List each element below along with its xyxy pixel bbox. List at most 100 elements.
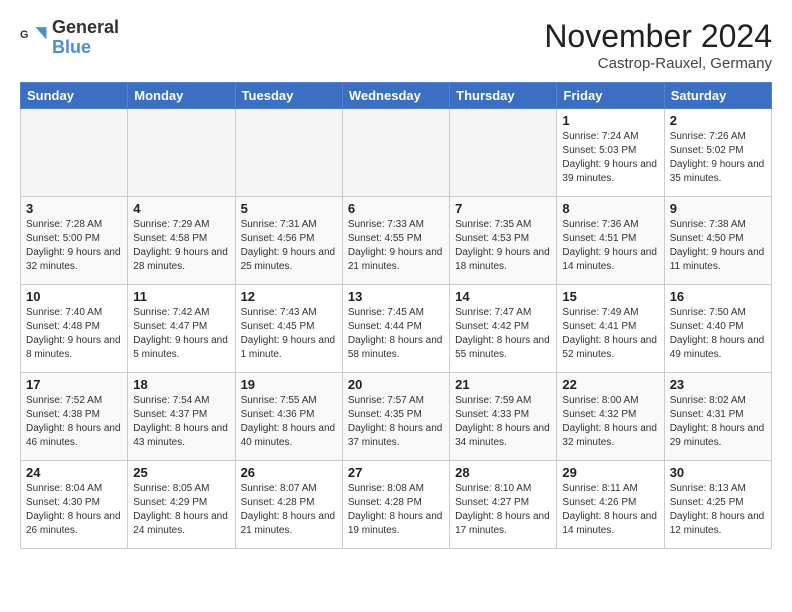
day-info: Sunrise: 7:59 AM Sunset: 4:33 PM Dayligh… [455,394,551,450]
calendar-cell: 5 Sunrise: 7:31 AM Sunset: 4:56 PM Daylig… [235,197,342,285]
month-title: November 2024 [544,18,772,55]
calendar-cell: 12 Sunrise: 7:43 AM Sunset: 4:45 PM Dayli… [235,285,342,373]
day-number: 5 [241,201,337,216]
col-header-friday: Friday [557,83,664,109]
calendar-week-5: 24 Sunrise: 8:04 AM Sunset: 4:30 PM Dayli… [21,461,772,549]
calendar-cell: 26 Sunrise: 8:07 AM Sunset: 4:28 PM Dayli… [235,461,342,549]
day-number: 29 [562,465,658,480]
calendar-cell: 22Sunrise: 8:00 AM Sunset: 4:32 PM Dayli… [557,373,664,461]
day-info: Sunrise: 7:49 AM Sunset: 4:41 PM Dayligh… [562,306,658,362]
calendar-cell: 14Sunrise: 7:47 AM Sunset: 4:42 PM Dayli… [450,285,557,373]
calendar-cell: 7 Sunrise: 7:35 AM Sunset: 4:53 PM Daylig… [450,197,557,285]
title-section: November 2024 Castrop-Rauxel, Germany [544,18,772,72]
day-info: Sunrise: 8:05 AM Sunset: 4:29 PM Dayligh… [133,482,229,538]
day-info: Sunrise: 7:28 AM Sunset: 5:00 PM Dayligh… [26,218,122,274]
day-number: 12 [241,289,337,304]
calendar-cell [450,109,557,197]
col-header-wednesday: Wednesday [342,83,449,109]
day-info: Sunrise: 7:26 AM Sunset: 5:02 PM Dayligh… [670,130,766,186]
calendar-cell: 4 Sunrise: 7:29 AM Sunset: 4:58 PM Daylig… [128,197,235,285]
calendar-cell: 9 Sunrise: 7:38 AM Sunset: 4:50 PM Daylig… [664,197,771,285]
day-number: 16 [670,289,766,304]
day-number: 22 [562,377,658,392]
calendar: SundayMondayTuesdayWednesdayThursdayFrid… [20,82,772,549]
day-info: Sunrise: 7:55 AM Sunset: 4:36 PM Dayligh… [241,394,337,450]
day-info: Sunrise: 7:57 AM Sunset: 4:35 PM Dayligh… [348,394,444,450]
calendar-cell: 8 Sunrise: 7:36 AM Sunset: 4:51 PM Daylig… [557,197,664,285]
day-info: Sunrise: 8:04 AM Sunset: 4:30 PM Dayligh… [26,482,122,538]
calendar-cell: 19 Sunrise: 7:55 AM Sunset: 4:36 PM Dayli… [235,373,342,461]
calendar-week-3: 10Sunrise: 7:40 AM Sunset: 4:48 PM Dayli… [21,285,772,373]
logo: G General Blue [20,18,119,58]
day-number: 21 [455,377,551,392]
day-info: Sunrise: 7:43 AM Sunset: 4:45 PM Dayligh… [241,306,337,362]
calendar-header-row: SundayMondayTuesdayWednesdayThursdayFrid… [21,83,772,109]
day-number: 17 [26,377,122,392]
day-number: 20 [348,377,444,392]
day-info: Sunrise: 7:54 AM Sunset: 4:37 PM Dayligh… [133,394,229,450]
col-header-thursday: Thursday [450,83,557,109]
col-header-sunday: Sunday [21,83,128,109]
calendar-cell: 25 Sunrise: 8:05 AM Sunset: 4:29 PM Dayli… [128,461,235,549]
logo-blue: Blue [52,37,91,57]
day-number: 14 [455,289,551,304]
calendar-cell: 10Sunrise: 7:40 AM Sunset: 4:48 PM Dayli… [21,285,128,373]
day-info: Sunrise: 7:29 AM Sunset: 4:58 PM Dayligh… [133,218,229,274]
day-number: 15 [562,289,658,304]
day-number: 8 [562,201,658,216]
day-number: 3 [26,201,122,216]
day-info: Sunrise: 8:13 AM Sunset: 4:25 PM Dayligh… [670,482,766,538]
day-number: 24 [26,465,122,480]
day-number: 6 [348,201,444,216]
calendar-cell: 1Sunrise: 7:24 AM Sunset: 5:03 PM Daylig… [557,109,664,197]
day-info: Sunrise: 7:52 AM Sunset: 4:38 PM Dayligh… [26,394,122,450]
col-header-monday: Monday [128,83,235,109]
day-number: 9 [670,201,766,216]
calendar-cell: 30 Sunrise: 8:13 AM Sunset: 4:25 PM Dayli… [664,461,771,549]
calendar-cell [235,109,342,197]
logo-general: General [52,17,119,37]
calendar-cell: 23Sunrise: 8:02 AM Sunset: 4:31 PM Dayli… [664,373,771,461]
svg-text:G: G [20,29,28,41]
calendar-cell: 3 Sunrise: 7:28 AM Sunset: 5:00 PM Daylig… [21,197,128,285]
calendar-cell: 17 Sunrise: 7:52 AM Sunset: 4:38 PM Dayli… [21,373,128,461]
col-header-saturday: Saturday [664,83,771,109]
day-info: Sunrise: 8:10 AM Sunset: 4:27 PM Dayligh… [455,482,551,538]
day-number: 28 [455,465,551,480]
logo-icon: G [20,24,48,52]
day-info: Sunrise: 7:31 AM Sunset: 4:56 PM Dayligh… [241,218,337,274]
calendar-cell: 2 Sunrise: 7:26 AM Sunset: 5:02 PM Daylig… [664,109,771,197]
calendar-cell: 16 Sunrise: 7:50 AM Sunset: 4:40 PM Dayli… [664,285,771,373]
day-number: 7 [455,201,551,216]
header: G General Blue November 2024 Castrop-Rau… [20,18,772,72]
col-header-tuesday: Tuesday [235,83,342,109]
day-info: Sunrise: 7:36 AM Sunset: 4:51 PM Dayligh… [562,218,658,274]
day-info: Sunrise: 7:45 AM Sunset: 4:44 PM Dayligh… [348,306,444,362]
calendar-cell: 20 Sunrise: 7:57 AM Sunset: 4:35 PM Dayli… [342,373,449,461]
calendar-week-1: 1Sunrise: 7:24 AM Sunset: 5:03 PM Daylig… [21,109,772,197]
day-number: 10 [26,289,122,304]
calendar-cell: 11 Sunrise: 7:42 AM Sunset: 4:47 PM Dayli… [128,285,235,373]
day-number: 11 [133,289,229,304]
day-number: 19 [241,377,337,392]
day-number: 2 [670,113,766,128]
day-number: 25 [133,465,229,480]
day-info: Sunrise: 7:50 AM Sunset: 4:40 PM Dayligh… [670,306,766,362]
day-info: Sunrise: 8:07 AM Sunset: 4:28 PM Dayligh… [241,482,337,538]
calendar-cell: 18Sunrise: 7:54 AM Sunset: 4:37 PM Dayli… [128,373,235,461]
calendar-week-4: 17 Sunrise: 7:52 AM Sunset: 4:38 PM Dayli… [21,373,772,461]
day-info: Sunrise: 7:33 AM Sunset: 4:55 PM Dayligh… [348,218,444,274]
day-info: Sunrise: 7:42 AM Sunset: 4:47 PM Dayligh… [133,306,229,362]
day-info: Sunrise: 7:38 AM Sunset: 4:50 PM Dayligh… [670,218,766,274]
day-number: 23 [670,377,766,392]
calendar-cell: 6 Sunrise: 7:33 AM Sunset: 4:55 PM Daylig… [342,197,449,285]
day-number: 26 [241,465,337,480]
day-number: 30 [670,465,766,480]
day-number: 1 [562,113,658,128]
day-number: 4 [133,201,229,216]
day-number: 27 [348,465,444,480]
calendar-cell: 24 Sunrise: 8:04 AM Sunset: 4:30 PM Dayli… [21,461,128,549]
day-info: Sunrise: 7:35 AM Sunset: 4:53 PM Dayligh… [455,218,551,274]
calendar-cell: 28 Sunrise: 8:10 AM Sunset: 4:27 PM Dayli… [450,461,557,549]
day-info: Sunrise: 8:11 AM Sunset: 4:26 PM Dayligh… [562,482,658,538]
